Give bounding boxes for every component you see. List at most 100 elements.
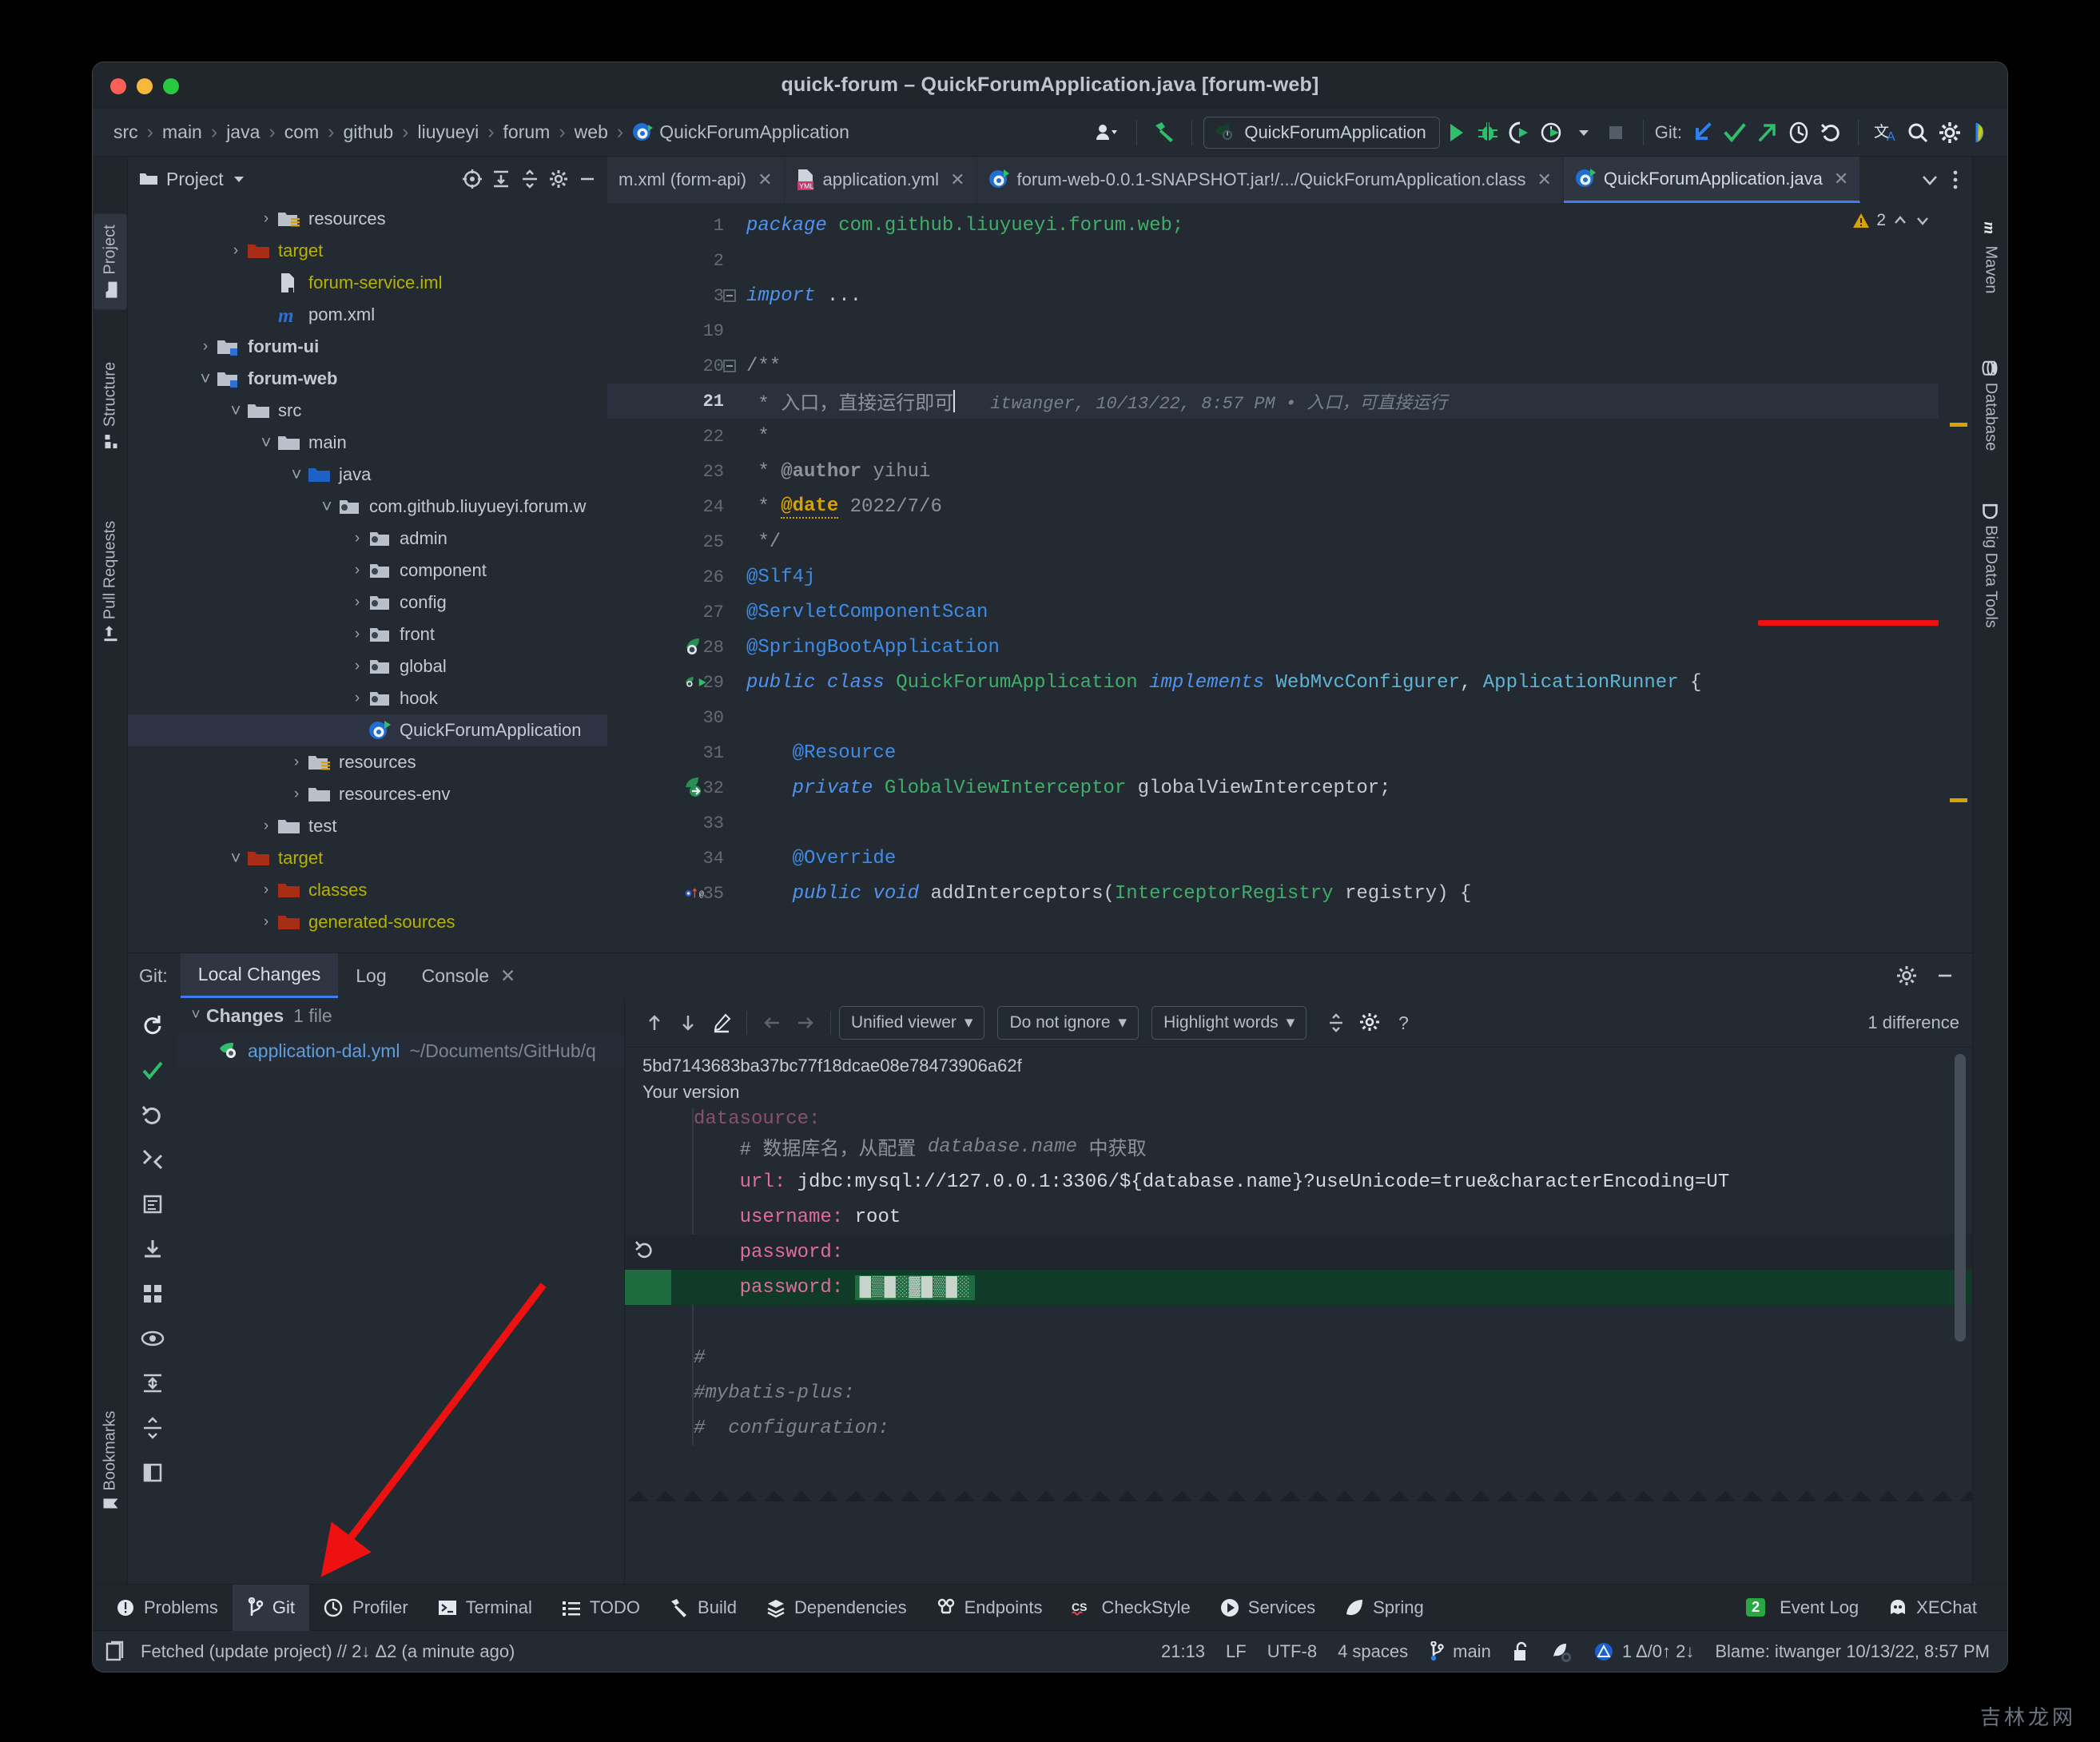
close-icon[interactable]: ✕ [1537, 169, 1551, 190]
arrow-left-icon[interactable] [755, 1006, 789, 1040]
inspection-widget[interactable]: 2 [1852, 211, 1931, 230]
override-icon[interactable]: @ [684, 881, 708, 905]
toggle-layout-icon[interactable] [135, 1455, 170, 1490]
git-history-icon[interactable] [1783, 117, 1815, 149]
tree-item[interactable]: m pom.xml [128, 299, 607, 331]
gutter-line-number[interactable]: 25 [607, 524, 735, 559]
project-tree[interactable]: › resources › target forum-service.iml m pom.x… [128, 201, 607, 953]
breadcrumb-class[interactable]: QuickForumApplication [627, 121, 854, 143]
chevron-right-icon[interactable]: › [256, 817, 276, 835]
tool-window-todo[interactable]: TODO [547, 1585, 654, 1631]
editor-tab-pom-xml[interactable]: m.xml (form-api) ✕ [607, 157, 785, 203]
gutter-line-number[interactable]: 26 [607, 559, 735, 595]
collapse-all-icon[interactable] [135, 1410, 170, 1446]
tree-item[interactable]: › test [128, 810, 607, 842]
search-everywhere-icon[interactable] [1902, 117, 1934, 149]
tool-window-dependencies[interactable]: Dependencies [751, 1585, 921, 1631]
more-options-icon[interactable] [1951, 169, 1959, 191]
settings-gear-icon[interactable] [1353, 1006, 1386, 1040]
cursor-position[interactable]: 21:13 [1161, 1641, 1205, 1662]
tree-item[interactable]: › resources [128, 203, 607, 235]
sidebar-item-project[interactable]: Project [101, 225, 119, 298]
code-line[interactable]: @SpringBootApplication [735, 630, 1939, 665]
chevron-right-icon[interactable]: › [286, 754, 307, 771]
hide-panel-icon[interactable] [1934, 964, 1956, 987]
diff-lines[interactable]: datasource: # 数据库名，从配置 database.name 中获取… [625, 1108, 1972, 1501]
breadcrumb-liuyueyi[interactable]: liuyueyi [413, 121, 484, 143]
indent-size[interactable]: 4 spaces [1338, 1641, 1408, 1662]
close-icon[interactable]: ✕ [950, 169, 964, 190]
tree-item[interactable]: › hook [128, 682, 607, 714]
close-icon[interactable]: ✕ [1834, 169, 1848, 189]
tree-item[interactable]: ˅ forum-web [128, 363, 607, 395]
gutter-line-number[interactable]: 22 [607, 419, 735, 454]
run-gutter-icon[interactable] [684, 670, 708, 694]
breadcrumb-forum[interactable]: forum [499, 121, 555, 143]
highlight-mode-dropdown[interactable]: Highlight words ▾ [1151, 1005, 1307, 1040]
help-question-icon[interactable]: ? [1386, 1006, 1420, 1040]
diff-line[interactable]: # [625, 1340, 1972, 1375]
gutter-line-number[interactable]: 27 [607, 595, 735, 630]
arrow-up-icon[interactable] [638, 1006, 671, 1040]
gutter-line-number[interactable]: 2 [607, 243, 735, 278]
tree-item[interactable]: ˅ main [128, 427, 607, 459]
tree-item[interactable]: › config [128, 587, 607, 618]
rollback-icon[interactable] [135, 1097, 170, 1132]
tree-item[interactable]: ˅ java [128, 459, 607, 491]
diff-line[interactable]: username: root [625, 1199, 1972, 1235]
chevron-down-icon[interactable] [1919, 169, 1940, 190]
git-rollback-icon[interactable] [1815, 117, 1847, 149]
chevron-right-icon[interactable]: › [225, 242, 246, 260]
code-line[interactable] [735, 805, 1939, 841]
arrow-down-icon[interactable] [671, 1006, 705, 1040]
settings-gear-icon[interactable] [1895, 964, 1918, 987]
tool-window-git[interactable]: Git [232, 1584, 310, 1631]
tree-item[interactable]: › generated-sources [128, 906, 607, 938]
chevron-right-icon[interactable]: › [347, 562, 368, 579]
code-line[interactable]: public class QuickForumApplication imple… [735, 665, 1939, 700]
gutter-line-number[interactable]: 23 [607, 454, 735, 489]
gutter-line-number[interactable]: 31 [607, 735, 735, 770]
editor-code[interactable]: package com.github.liuyueyi.forum.web; im… [735, 203, 1939, 953]
minimize-window-button[interactable] [137, 78, 153, 94]
gutter-line-number[interactable]: 20 [607, 348, 736, 384]
tree-item[interactable]: forum-service.iml [128, 267, 607, 299]
editor-gutter[interactable]: 1 2 3 19 20 21 22 23 24 25 26 27 28 29 30 31 32 33 34 35 @ [607, 203, 736, 953]
preview-diff-icon[interactable] [135, 1321, 170, 1356]
next-problem-icon[interactable] [1915, 213, 1931, 229]
ide-feature-icon[interactable] [1966, 117, 1998, 149]
refresh-icon[interactable] [135, 1008, 170, 1043]
prev-problem-icon[interactable] [1892, 213, 1908, 229]
tree-item[interactable]: › admin [128, 523, 607, 555]
code-line[interactable]: public void addInterceptors(InterceptorR… [735, 876, 1939, 911]
get-from-vcs-icon[interactable] [135, 1231, 170, 1267]
gutter-line-number[interactable]: 1 [607, 208, 735, 243]
shelve-icon[interactable] [135, 1142, 170, 1177]
chevron-down-icon[interactable] [1568, 117, 1600, 149]
gutter-line-number[interactable]: 19 [607, 313, 735, 348]
build-hammer-icon[interactable] [1148, 117, 1180, 149]
vcs-changes-widget[interactable]: 1 Δ/0↑ 2↓ [1593, 1641, 1694, 1662]
tool-window-services[interactable]: Services [1205, 1585, 1330, 1631]
code-line[interactable]: @Resource [735, 735, 1939, 770]
arrow-right-icon[interactable] [789, 1006, 822, 1040]
chevron-right-icon[interactable]: › [347, 626, 368, 643]
sidebar-item-big-data-tools[interactable]: Big Data Tools [1981, 503, 1999, 628]
diff-line[interactable]: #mybatis-plus: [625, 1375, 1972, 1410]
code-line[interactable]: * @author yihui [735, 454, 1939, 489]
show-diff-icon[interactable] [135, 1187, 170, 1222]
user-avatar-icon[interactable] [1092, 117, 1125, 149]
chevron-right-icon[interactable]: › [286, 785, 307, 803]
breadcrumb-github[interactable]: github [339, 121, 399, 143]
revert-change-icon[interactable] [633, 1238, 662, 1273]
chevron-right-icon[interactable]: › [256, 210, 276, 228]
gutter-line-number[interactable]: 21 [607, 384, 735, 419]
gutter-line-number[interactable]: 3 [607, 278, 736, 313]
file-encoding[interactable]: UTF-8 [1267, 1641, 1317, 1662]
commit-checkmark-icon[interactable] [135, 1052, 170, 1088]
ignore-mode-dropdown[interactable]: Do not ignore ▾ [997, 1005, 1139, 1040]
tree-item[interactable]: › front [128, 618, 607, 650]
list-item[interactable]: application-dal.yml ~/Documents/GitHub/q [177, 1033, 624, 1068]
chevron-right-icon[interactable]: › [256, 913, 276, 931]
breadcrumb-main[interactable]: main [157, 121, 207, 143]
